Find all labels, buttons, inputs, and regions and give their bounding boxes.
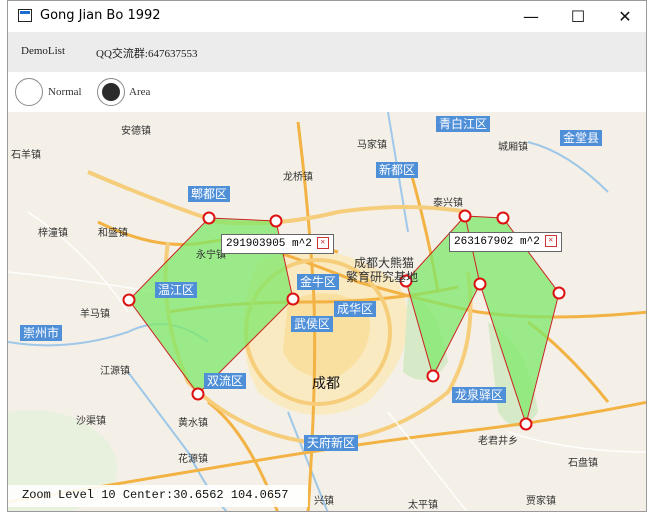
qq-group-label[interactable]: QQ交流群:647637553 <box>96 45 197 61</box>
area-measure-tooltip: 291903905 m^2 ✕ <box>221 234 334 254</box>
close-icon[interactable]: ✕ <box>544 235 557 248</box>
place-label: 江源镇 <box>100 366 130 377</box>
district-label: 天府新区 <box>304 435 359 451</box>
district-label: 金牛区 <box>297 274 340 290</box>
place-label: 兴镇 <box>314 496 334 507</box>
place-label: 石羊镇 <box>11 150 41 161</box>
place-label: 城厢镇 <box>498 142 528 153</box>
district-label: 成华区 <box>334 301 377 317</box>
district-label: 金堂县 <box>560 130 603 146</box>
place-label: 老君井乡 <box>478 436 518 447</box>
district-label: 青白江区 <box>436 116 491 132</box>
place-label: 沙渠镇 <box>76 416 106 427</box>
place-label: 龙桥镇 <box>283 172 313 183</box>
demo-list-menu[interactable]: DemoList <box>21 45 65 57</box>
area-mode-radio[interactable] <box>97 78 125 106</box>
place-label: 贾家镇 <box>526 496 556 507</box>
city-label: 成都 <box>312 376 340 392</box>
close-icon[interactable]: ✕ <box>316 237 329 250</box>
district-label: 郫都区 <box>188 186 231 202</box>
normal-mode-label[interactable]: Normal <box>48 86 82 98</box>
app-icon <box>18 9 32 22</box>
minimize-button[interactable]: — <box>508 1 554 32</box>
title-bar[interactable]: Gong Jian Bo 1992 — ☐ ✕ <box>8 1 646 32</box>
district-label: 新都区 <box>376 162 419 178</box>
place-label: 石盘镇 <box>568 458 598 469</box>
district-label: 崇州市 <box>20 325 63 341</box>
place-label: 太平镇 <box>408 500 438 511</box>
maximize-button[interactable]: ☐ <box>555 1 601 32</box>
place-label: 梓潼镇 <box>38 228 68 239</box>
place-label: 羊马镇 <box>80 309 110 320</box>
district-label: 武侯区 <box>291 316 334 332</box>
normal-mode-radio[interactable] <box>15 78 43 106</box>
close-button[interactable]: ✕ <box>602 1 646 32</box>
place-label: 花源镇 <box>178 454 208 465</box>
district-label: 龙泉驿区 <box>452 387 507 403</box>
area-mode-label[interactable]: Area <box>129 86 150 98</box>
app-window: Gong Jian Bo 1992 — ☐ ✕ DemoList QQ交流群:6… <box>7 0 647 512</box>
place-label: 繁育研究基地 <box>346 270 419 284</box>
place-label: 马家镇 <box>357 140 387 151</box>
place-label: 泰兴镇 <box>433 198 463 209</box>
area-value: 263167902 m^2 <box>454 236 540 248</box>
area-value: 291903905 m^2 <box>226 238 312 250</box>
place-label: 和盛镇 <box>98 228 128 239</box>
district-label: 温江区 <box>155 282 198 298</box>
district-label: 双流区 <box>204 373 247 389</box>
toolbar: DemoList QQ交流群:647637553 <box>8 32 646 72</box>
area-measure-tooltip: 263167902 m^2 ✕ <box>449 232 562 252</box>
status-bar: Zoom Level 10 Center:30.6562 104.0657 <box>8 485 308 507</box>
place-label: 安德镇 <box>121 126 151 137</box>
place-label: 黄水镇 <box>178 418 208 429</box>
window-title: Gong Jian Bo 1992 <box>40 8 161 23</box>
map-view[interactable]: 青白江区 新都区 金堂县 郫都区 温江区 金牛区 成华区 武侯区 双流区 龙泉驿… <box>8 112 646 511</box>
mode-selector: Normal Area <box>8 72 646 112</box>
